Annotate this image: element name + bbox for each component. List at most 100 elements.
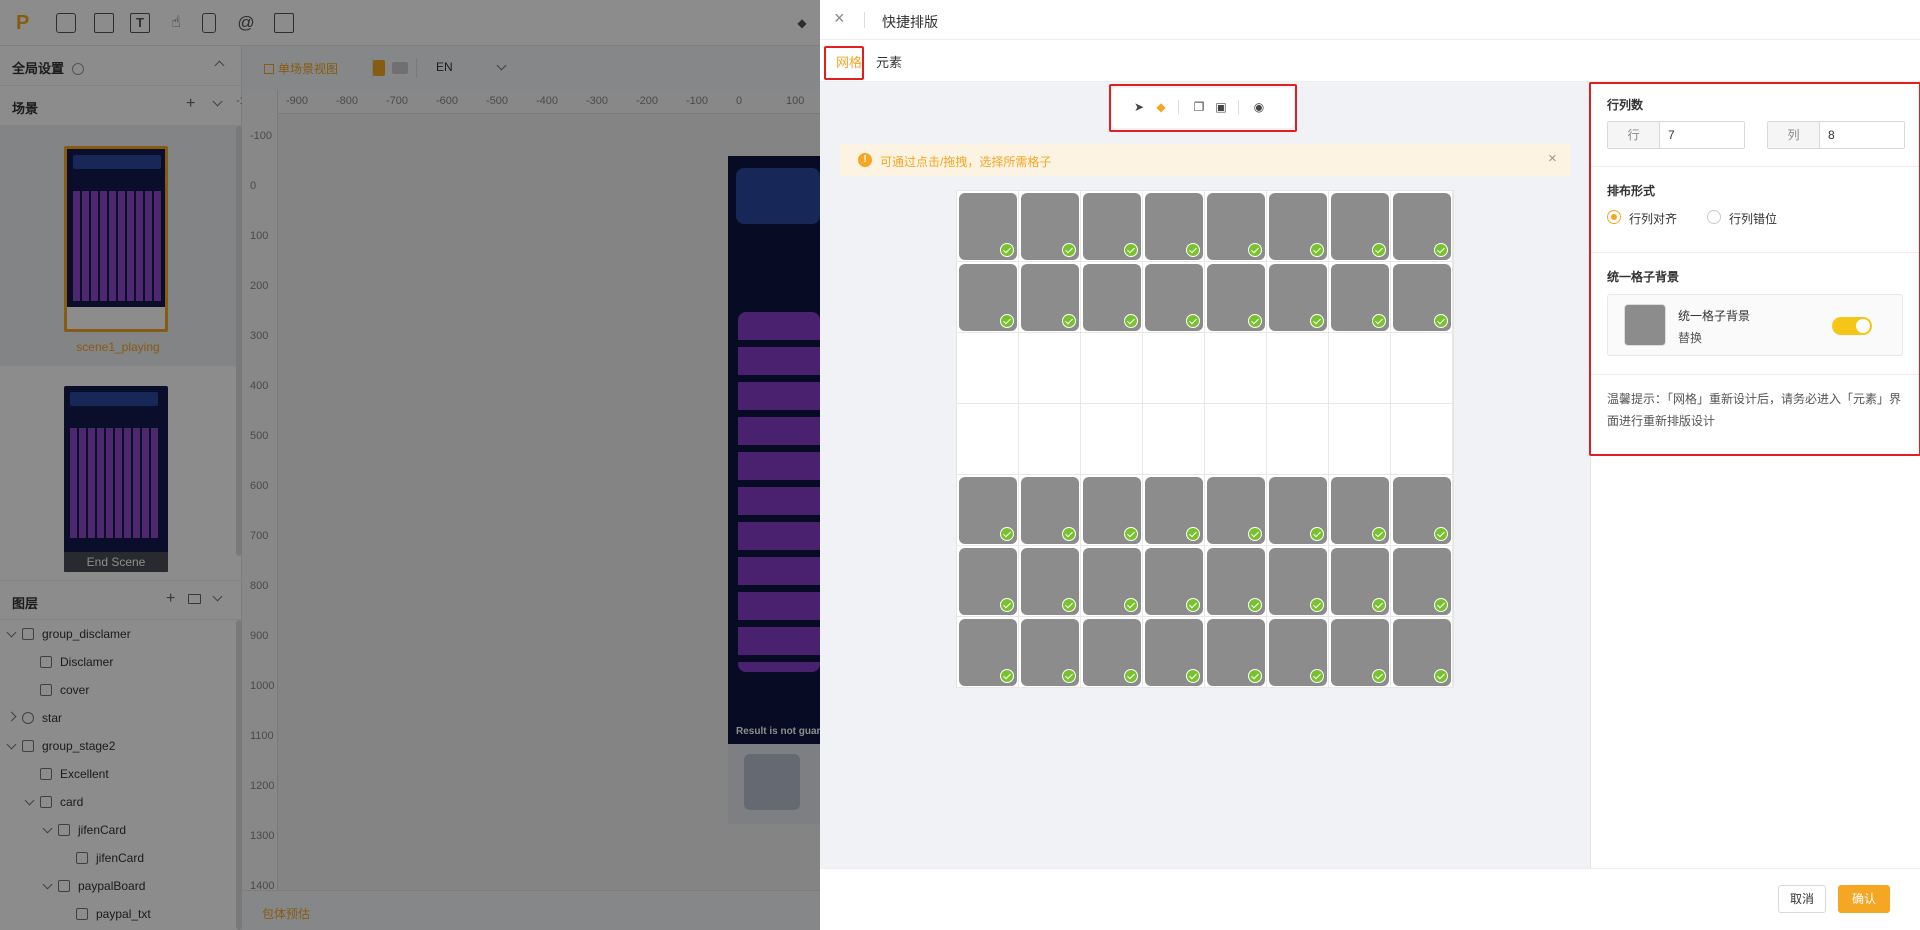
grid-cell[interactable] — [957, 333, 1019, 404]
grid-cell[interactable] — [1329, 191, 1391, 262]
grid-cell[interactable] — [1329, 546, 1391, 617]
grid-tile — [1145, 193, 1203, 260]
grid-tile — [1145, 477, 1203, 544]
grid-cell[interactable] — [957, 404, 1019, 475]
check-icon — [1372, 527, 1386, 541]
grid-cell[interactable] — [1019, 333, 1081, 404]
grid-cell[interactable] — [1391, 262, 1453, 333]
grid-cell[interactable] — [957, 191, 1019, 262]
check-icon — [1062, 314, 1076, 328]
notice-banner: ! 可通过点击/拖拽，选择所需格子 × — [840, 144, 1570, 176]
grid-cell[interactable] — [1019, 475, 1081, 546]
modal-overlay[interactable] — [0, 0, 820, 930]
highlight-settings — [1589, 82, 1920, 456]
grid-cell[interactable] — [1143, 333, 1205, 404]
check-icon — [1062, 527, 1076, 541]
grid-cell[interactable] — [957, 546, 1019, 617]
grid-cell[interactable] — [1081, 546, 1143, 617]
dialog-header: × 快捷排版 — [820, 0, 1920, 40]
grid-tile — [959, 477, 1017, 544]
grid-cell[interactable] — [1019, 617, 1081, 688]
grid-cell[interactable] — [1391, 475, 1453, 546]
grid-cell[interactable] — [1081, 191, 1143, 262]
grid-cell[interactable] — [1391, 546, 1453, 617]
grid-cell[interactable] — [1267, 191, 1329, 262]
grid-cell[interactable] — [957, 475, 1019, 546]
check-icon — [1186, 598, 1200, 612]
check-icon — [1434, 243, 1448, 257]
grid-cell[interactable] — [1267, 404, 1329, 475]
grid-cell[interactable] — [1205, 262, 1267, 333]
grid-tile — [1145, 619, 1203, 686]
check-icon — [1248, 243, 1262, 257]
check-icon — [1186, 669, 1200, 683]
grid-tile — [1269, 264, 1327, 331]
grid-cell[interactable] — [1267, 475, 1329, 546]
grid-cell[interactable] — [1391, 617, 1453, 688]
grid-cell[interactable] — [1081, 475, 1143, 546]
grid-cell[interactable] — [1081, 333, 1143, 404]
grid-cell[interactable] — [1267, 617, 1329, 688]
tab-elements[interactable]: 元素 — [876, 52, 902, 71]
grid-tile — [1021, 619, 1079, 686]
cancel-button[interactable]: 取消 — [1778, 885, 1826, 913]
grid-tile — [1021, 264, 1079, 331]
check-icon — [1062, 598, 1076, 612]
grid-tile — [959, 264, 1017, 331]
grid-cell[interactable] — [1143, 617, 1205, 688]
grid-cell[interactable] — [1019, 191, 1081, 262]
grid-cell[interactable] — [1329, 404, 1391, 475]
grid-cell[interactable] — [1143, 191, 1205, 262]
grid-cell[interactable] — [1205, 617, 1267, 688]
grid-cell[interactable] — [1391, 333, 1453, 404]
notice-close-icon[interactable]: × — [1548, 150, 1557, 167]
grid-tile — [1393, 264, 1451, 331]
grid-cell[interactable] — [1019, 546, 1081, 617]
grid-cell[interactable] — [1205, 546, 1267, 617]
grid-tile — [959, 548, 1017, 615]
grid-tile — [1331, 264, 1389, 331]
grid-cell[interactable] — [1391, 191, 1453, 262]
grid-cell[interactable] — [1329, 262, 1391, 333]
grid-cell[interactable] — [1267, 333, 1329, 404]
grid-cell[interactable] — [1329, 617, 1391, 688]
check-icon — [1248, 669, 1262, 683]
grid-cell[interactable] — [957, 262, 1019, 333]
grid-cell[interactable] — [1019, 262, 1081, 333]
layout-grid[interactable] — [956, 190, 1454, 688]
grid-tile — [1145, 264, 1203, 331]
grid-cell[interactable] — [1143, 404, 1205, 475]
grid-cell[interactable] — [1329, 475, 1391, 546]
grid-cell[interactable] — [1205, 475, 1267, 546]
check-icon — [1310, 598, 1324, 612]
grid-tile — [1331, 193, 1389, 260]
grid-cell[interactable] — [1329, 333, 1391, 404]
grid-cell[interactable] — [1391, 404, 1453, 475]
grid-cell[interactable] — [1081, 404, 1143, 475]
grid-cell[interactable] — [1081, 262, 1143, 333]
grid-tile — [1083, 619, 1141, 686]
grid-cell[interactable] — [1205, 333, 1267, 404]
grid-cell[interactable] — [1267, 546, 1329, 617]
grid-tile — [1207, 477, 1265, 544]
grid-tile — [1393, 477, 1451, 544]
check-icon — [1434, 527, 1448, 541]
check-icon — [1310, 527, 1324, 541]
grid-cell[interactable] — [957, 617, 1019, 688]
confirm-button[interactable]: 确认 — [1838, 885, 1890, 913]
grid-tile — [1393, 619, 1451, 686]
check-icon — [1310, 243, 1324, 257]
grid-cell[interactable] — [1143, 262, 1205, 333]
check-icon — [1186, 314, 1200, 328]
grid-cell[interactable] — [1143, 546, 1205, 617]
dialog-tabs: 网格 元素 — [820, 40, 1920, 82]
grid-cell[interactable] — [1143, 475, 1205, 546]
grid-cell[interactable] — [1205, 191, 1267, 262]
grid-cell[interactable] — [1267, 262, 1329, 333]
grid-cell[interactable] — [1205, 404, 1267, 475]
grid-tile — [1331, 477, 1389, 544]
grid-cell[interactable] — [1081, 617, 1143, 688]
grid-cell[interactable] — [1019, 404, 1081, 475]
close-icon[interactable]: × — [834, 8, 845, 29]
editor-background: P T ☝ @ ◆ 全局设置 场景 + scene1_playing End S… — [0, 0, 820, 930]
